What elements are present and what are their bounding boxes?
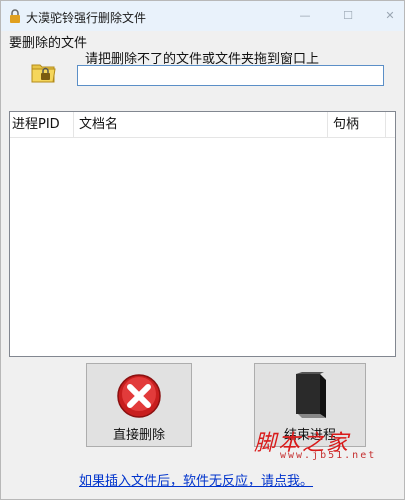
delete-directly-label: 直接删除: [112, 428, 165, 443]
title-bar[interactable]: 大漠驼铃强行删除文件 — ☐ ✕: [1, 1, 404, 31]
watermark-url: www.jb51.net: [280, 450, 377, 461]
minimize-button[interactable]: —: [298, 9, 312, 23]
maximize-button[interactable]: ☐: [341, 9, 355, 23]
window-title: 大漠驼铃强行删除文件: [26, 11, 147, 25]
help-link[interactable]: 如果插入文件后，软件无反应，请点我。: [79, 470, 313, 489]
column-header-handle[interactable]: 句柄: [328, 112, 386, 138]
column-header-document[interactable]: 文档名: [74, 112, 328, 138]
file-group-label: 要删除的文件: [9, 36, 88, 51]
list-header: 进程PID 文档名 句柄: [10, 112, 395, 138]
column-header-pid[interactable]: 进程PID: [10, 112, 74, 138]
delete-directly-button[interactable]: 直接删除: [86, 363, 192, 447]
lock-icon: [10, 9, 20, 23]
main-window: 大漠驼铃强行删除文件 — ☐ ✕ 要删除的文件 请把删除不了的文件或文件夹拖到窗…: [0, 0, 405, 500]
file-path-input[interactable]: [77, 65, 384, 86]
end-process-icon: [296, 372, 326, 418]
close-button[interactable]: ✕: [383, 9, 397, 23]
delete-x-icon: [117, 374, 161, 418]
folder-lock-icon[interactable]: [30, 58, 58, 85]
process-list[interactable]: 进程PID 文档名 句柄: [9, 111, 396, 357]
